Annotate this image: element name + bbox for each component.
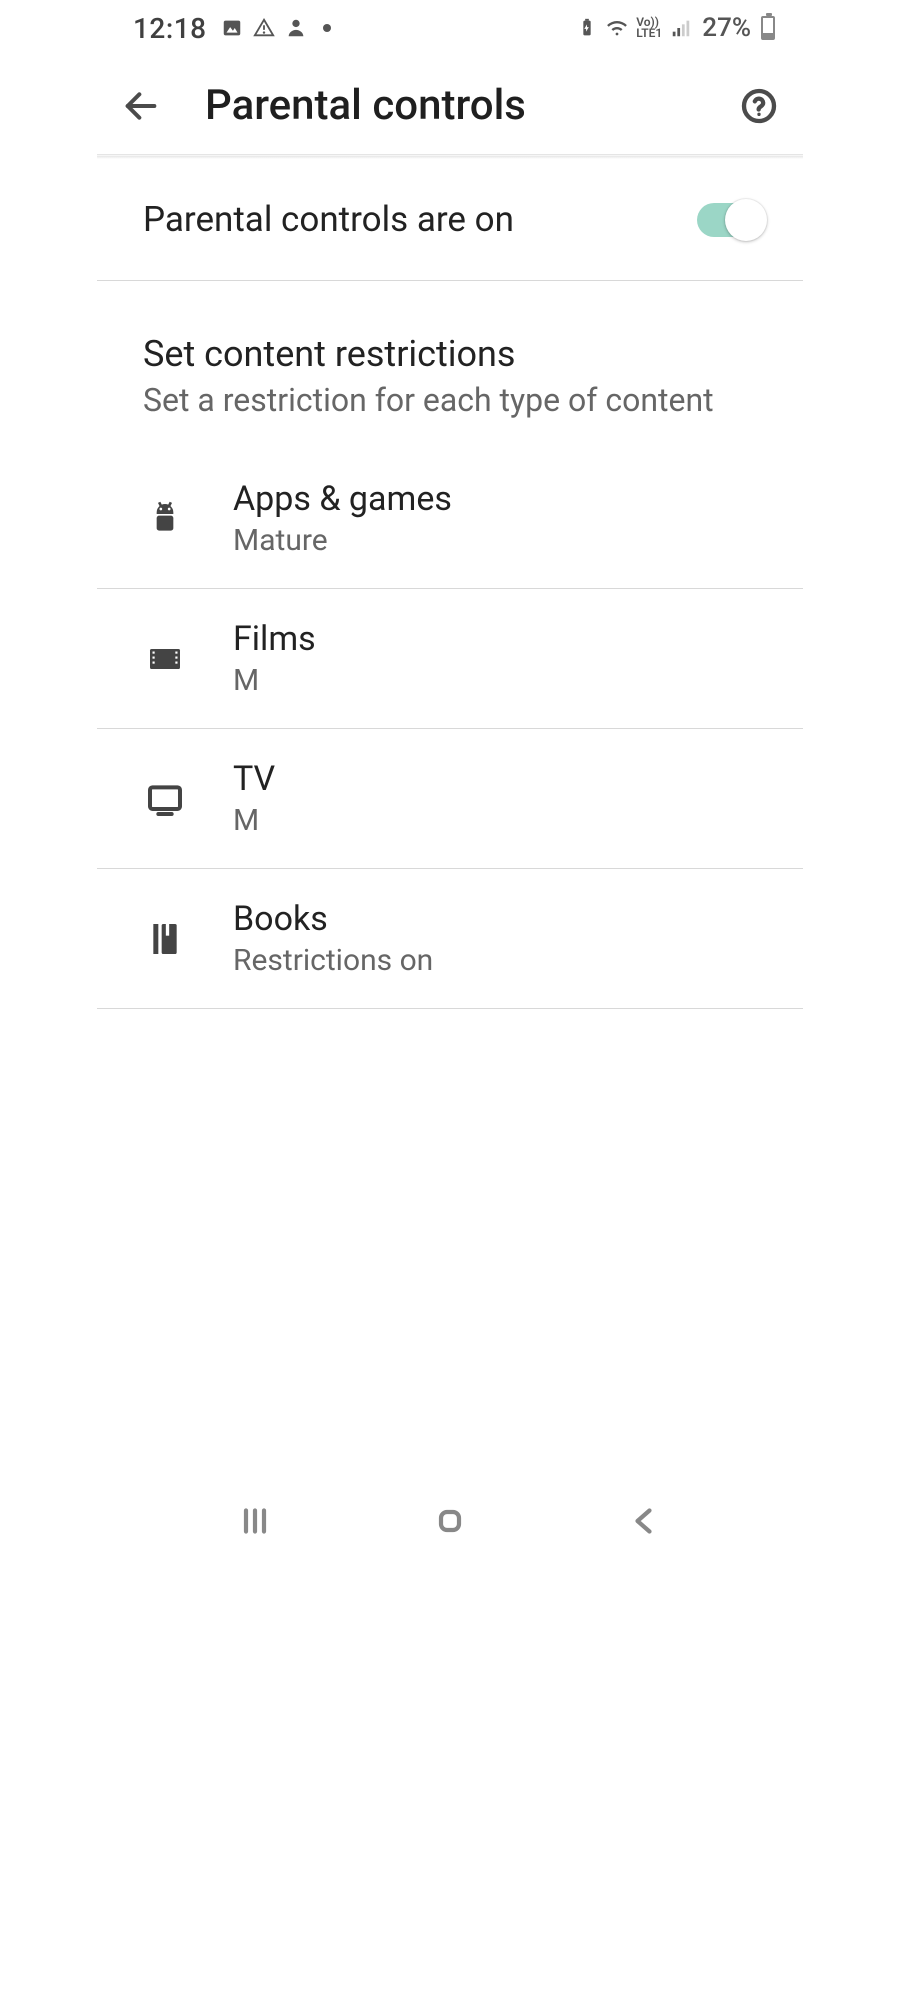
- tv-icon: [143, 777, 187, 821]
- network-lte-icon: Vo))LTE1: [636, 17, 662, 39]
- nav-home-button[interactable]: [420, 1491, 480, 1551]
- person-icon: [285, 17, 307, 39]
- battery-saver-icon: [576, 17, 598, 39]
- back-button[interactable]: [117, 82, 165, 130]
- arrow-left-icon: [121, 86, 161, 126]
- row-subtitle: Restrictions on: [233, 943, 433, 978]
- status-left: 12:18: [133, 12, 331, 45]
- nav-back-button[interactable]: [615, 1491, 675, 1551]
- section-title: Set content restrictions: [143, 333, 757, 375]
- toggle-label: Parental controls are on: [143, 199, 514, 240]
- row-title: Apps & games: [233, 479, 452, 519]
- help-button[interactable]: [735, 82, 783, 130]
- row-title: Books: [233, 899, 433, 939]
- toggle-switch[interactable]: [697, 203, 763, 237]
- system-nav-bar: [97, 1482, 803, 1560]
- app-bar: Parental controls: [97, 56, 803, 156]
- row-title: Films: [233, 619, 316, 659]
- row-text: Films M: [233, 619, 316, 698]
- row-books[interactable]: Books Restrictions on: [97, 869, 803, 1009]
- wifi-icon: [606, 17, 628, 39]
- parental-controls-toggle-row[interactable]: Parental controls are on: [97, 159, 803, 281]
- row-text: Books Restrictions on: [233, 899, 433, 978]
- battery-percent: 27%: [702, 13, 751, 43]
- row-subtitle: Mature: [233, 523, 452, 558]
- film-icon: [143, 637, 187, 681]
- status-bar: 12:18 Vo))LTE1 27%: [97, 0, 803, 56]
- row-films[interactable]: Films M: [97, 589, 803, 729]
- home-icon: [432, 1503, 468, 1539]
- chevron-left-icon: [627, 1503, 663, 1539]
- status-time: 12:18: [133, 12, 207, 45]
- row-tv[interactable]: TV M: [97, 729, 803, 869]
- status-notif-icons: [221, 17, 331, 39]
- signal-icon: [670, 17, 692, 39]
- more-notifications-dot: [323, 24, 331, 32]
- row-text: Apps & games Mature: [233, 479, 452, 558]
- android-icon: [143, 497, 187, 541]
- page-title: Parental controls: [205, 81, 735, 130]
- status-right: Vo))LTE1 27%: [576, 13, 775, 43]
- row-subtitle: M: [233, 803, 275, 838]
- warning-icon: [253, 17, 275, 39]
- row-apps-and-games[interactable]: Apps & games Mature: [97, 449, 803, 589]
- picture-icon: [221, 17, 243, 39]
- battery-icon: [761, 16, 775, 40]
- switch-knob: [725, 199, 767, 241]
- book-icon: [143, 917, 187, 961]
- section-subtitle: Set a restriction for each type of conte…: [143, 381, 757, 419]
- row-title: TV: [233, 759, 275, 799]
- section-header: Set content restrictions Set a restricti…: [97, 281, 803, 449]
- recents-icon: [237, 1503, 273, 1539]
- row-subtitle: M: [233, 663, 316, 698]
- row-text: TV M: [233, 759, 275, 838]
- help-circle-icon: [739, 86, 779, 126]
- screen: 12:18 Vo))LTE1 27% Parental controls: [97, 0, 803, 1560]
- nav-recents-button[interactable]: [225, 1491, 285, 1551]
